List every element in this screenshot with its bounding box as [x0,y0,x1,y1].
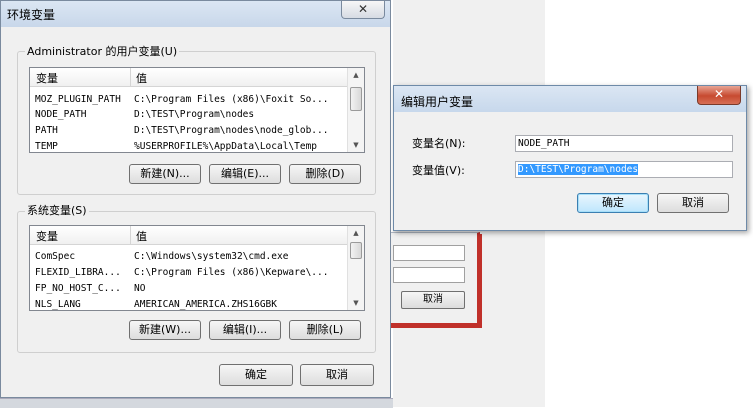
selected-value-text: D:\TEST\Program\nodes [518,164,639,175]
var-name-label: 变量名(N): [412,137,466,150]
var-name-field[interactable]: NODE_PATH [515,135,733,152]
var-value-label: 变量值(V): [412,164,465,177]
edit-user-var-dialog: 编辑用户变量 ✕ 变量名(N): NODE_PATH 变量值(V): D:\TE… [393,85,747,231]
column-header-name[interactable]: 变量 [36,70,58,86]
table-row[interactable]: NODE_PATH D:\TEST\Program\nodes [30,108,348,123]
system-new-button[interactable]: 新建(W)... [129,320,201,340]
table-row[interactable]: FLEXID_LIBRA... C:\Program Files (x86)\K… [30,266,348,281]
dialog-title: 编辑用户变量 [401,95,474,109]
scroll-down-icon[interactable]: ▼ [348,296,364,310]
behind-field-2 [393,267,465,283]
behind-field-1 [393,245,465,261]
column-header-value[interactable]: 值 [136,70,147,86]
ok-button[interactable]: 确定 [219,364,293,386]
scroll-thumb[interactable] [350,242,362,259]
user-edit-button[interactable]: 编辑(E)... [209,164,281,184]
user-vars-list[interactable]: 变量 值 MOZ_PLUGIN_PATH C:\Program Files (x… [29,67,365,153]
dialog-ok-button[interactable]: 确定 [577,193,649,213]
table-row[interactable]: TEMP %USERPROFILE%\AppData\Local\Temp [30,140,348,152]
close-icon: ✕ [357,2,369,16]
var-value-field[interactable]: D:\TEST\Program\nodes [515,161,733,178]
behind-cancel-button[interactable]: 取消 [401,291,465,309]
window-title: 环境变量 [7,8,56,22]
close-icon: ✕ [713,87,725,101]
column-header-name[interactable]: 变量 [36,228,58,244]
system-list-header: 变量 值 [30,226,348,245]
user-list-scrollbar[interactable]: ▲ ▼ [347,68,364,152]
column-separator[interactable] [130,68,131,86]
system-vars-label: 系统变量(S) [25,202,89,218]
user-vars-label: Administrator 的用户变量(U) [25,43,180,59]
dialog-body: 变量名(N): NODE_PATH 变量值(V): D:\TEST\Progra… [395,112,745,229]
behind-dialog: 取消 [380,232,480,326]
dialog-close-button[interactable]: ✕ [697,86,741,105]
dialog-cancel-button[interactable]: 取消 [657,193,729,213]
user-delete-button[interactable]: 删除(D) [289,164,361,184]
table-row[interactable]: FP_NO_HOST_C... NO [30,282,348,297]
table-row[interactable]: PATH D:\TEST\Program\nodes\node_glob... [30,124,348,139]
column-separator[interactable] [130,226,131,244]
system-list-scrollbar[interactable]: ▲ ▼ [347,226,364,310]
cancel-button[interactable]: 取消 [300,364,374,386]
window-title-bar: 环境变量 ✕ [1,1,390,27]
scroll-up-icon[interactable]: ▲ [348,226,364,240]
user-list-header: 变量 值 [30,68,348,87]
env-vars-window: 环境变量 ✕ Administrator 的用户变量(U) 变量 值 MOZ_P… [0,0,391,398]
table-row[interactable]: NLS_LANG AMERICAN_AMERICA.ZHS16GBK [30,298,348,310]
scroll-up-icon[interactable]: ▲ [348,68,364,82]
system-edit-button[interactable]: 编辑(I)... [209,320,281,340]
system-delete-button[interactable]: 删除(L) [289,320,361,340]
table-row[interactable]: MOZ_PLUGIN_PATH C:\Program Files (x86)\F… [30,93,348,108]
system-vars-list[interactable]: 变量 值 ComSpec C:\Windows\system32\cmd.exe… [29,225,365,311]
user-new-button[interactable]: 新建(N)... [129,164,201,184]
dialog-title-bar: 编辑用户变量 ✕ [394,86,746,112]
scroll-thumb[interactable] [350,87,362,111]
column-header-value[interactable]: 值 [136,228,147,244]
table-row[interactable]: ComSpec C:\Windows\system32\cmd.exe [30,250,348,265]
close-button[interactable]: ✕ [341,1,385,19]
scroll-down-icon[interactable]: ▼ [348,138,364,152]
